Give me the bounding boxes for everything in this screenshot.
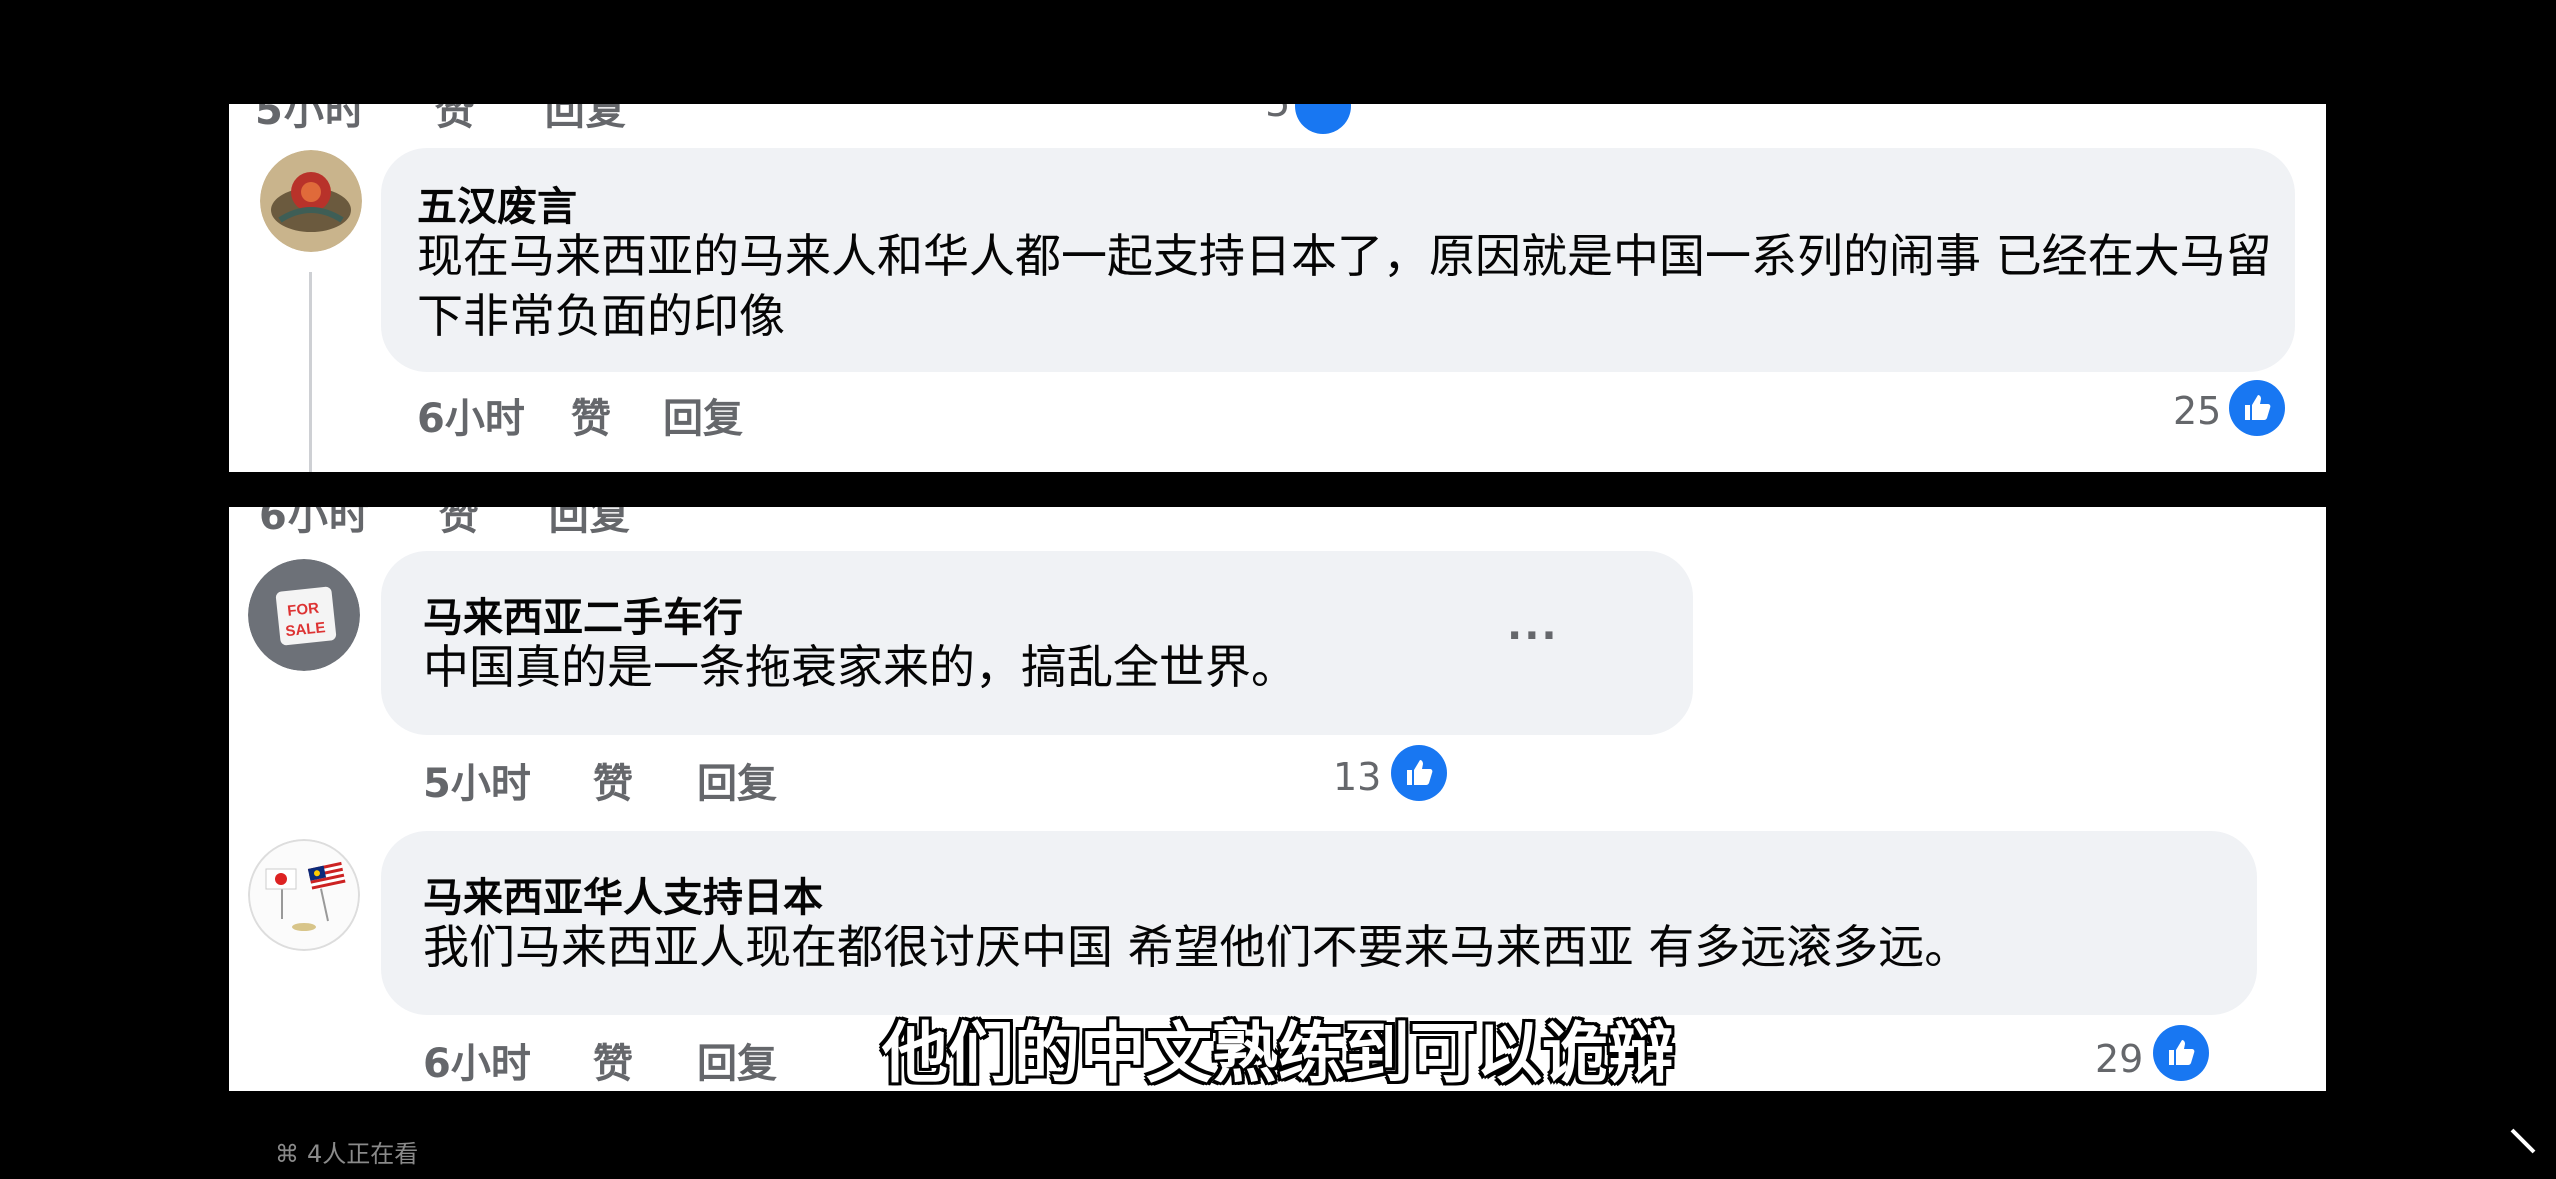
like-count: 13	[1333, 755, 1382, 799]
more-options-icon[interactable]: ···	[1507, 613, 1559, 659]
like-count: 25	[2173, 389, 2222, 433]
comment-time[interactable]: 6小时	[417, 386, 525, 444]
comment-text: 现在马来西亚的马来人和华人都一起支持日本了，原因就是中国一系列的闹事 已经在大马…	[417, 229, 2272, 343]
reply-action[interactable]: 回复	[697, 751, 777, 809]
like-action[interactable]: 赞	[571, 386, 611, 444]
thread-line	[309, 272, 312, 472]
comment-author[interactable]: 五汉废言	[417, 174, 577, 232]
clipped-reply-action[interactable]: 回复	[549, 507, 631, 539]
comment-panel-top: 5小时 赞 回复 5 五汉废言 现在马来西亚的马来人和华人都一起支持日本了，原因…	[229, 104, 2326, 472]
avatar[interactable]	[260, 150, 362, 252]
like-action[interactable]: 赞	[593, 751, 633, 809]
clipped-previous-actions: 6小时 赞 回复	[259, 507, 685, 541]
clipped-time: 6小时	[259, 507, 370, 539]
fullscreen-icon[interactable]	[2508, 1126, 2538, 1156]
clipped-time: 5小时	[255, 104, 366, 134]
clipped-like-icon	[1295, 104, 1351, 134]
clipped-previous-actions: 5小时 赞 回复	[255, 104, 681, 136]
comment-text: 我们马来西亚人现在都很讨厌中国 希望他们不要来马来西亚 有多远滚多远。	[423, 920, 1971, 974]
clipped-like-action[interactable]: 赞	[435, 104, 476, 134]
avatar[interactable]	[248, 839, 360, 951]
video-frame: 5小时 赞 回复 5 五汉废言 现在马来西亚的马来人和华人都一起支持日本了，原因…	[0, 0, 2556, 1179]
comment-author[interactable]: 马来西亚华人支持日本	[423, 865, 823, 923]
clipped-reply-action[interactable]: 回复	[545, 104, 627, 134]
like-icon[interactable]	[1391, 745, 1447, 801]
like-icon[interactable]	[2229, 380, 2285, 436]
reply-action[interactable]: 回复	[663, 386, 743, 444]
avatar[interactable]: FOR SALE	[248, 559, 360, 671]
viewers-icon: ⌘	[275, 1140, 299, 1168]
svg-text:FOR: FOR	[287, 600, 320, 620]
comment-time[interactable]: 5小时	[423, 751, 531, 809]
avatar-image	[260, 150, 362, 252]
avatar-image	[248, 839, 360, 951]
comment-author[interactable]: 马来西亚二手车行	[423, 585, 743, 643]
viewer-count: ⌘ 4人正在看	[275, 1134, 418, 1169]
comment-text: 中国真的是一条拖衰家来的，搞乱全世界。	[423, 640, 1297, 694]
viewer-count-label: 4人正在看	[307, 1140, 419, 1168]
watermark	[1880, 1080, 2520, 1140]
clipped-like-count: 5	[1265, 104, 1290, 126]
clipped-like-action[interactable]: 赞	[439, 507, 480, 539]
avatar-image: FOR SALE	[248, 559, 360, 671]
